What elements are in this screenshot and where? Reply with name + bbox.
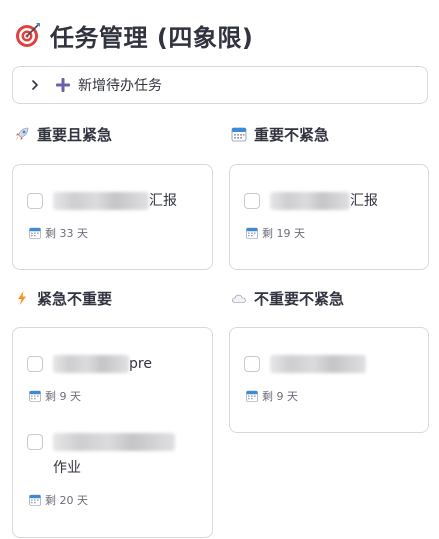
lightning-icon	[14, 290, 30, 306]
days-left-meta: 剩 20 天	[29, 492, 202, 508]
days-left-meta: 剩 33 天	[29, 225, 202, 241]
days-left-text: 剩 33 天	[45, 227, 88, 240]
redacted-text	[53, 433, 175, 451]
target-dart-icon	[16, 23, 40, 47]
quadrant-label: 重要且紧急	[37, 125, 113, 144]
quadrant-card-urgent-important: 汇报 剩 33 天	[12, 164, 213, 270]
cloud-icon	[231, 290, 247, 306]
calendar-icon	[29, 390, 41, 402]
days-left-text: 剩 9 天	[262, 390, 298, 403]
task-item: 作业 剩 20 天	[27, 432, 202, 508]
task-item: 剩 9 天	[244, 354, 418, 404]
quadrant-card-urgent-not-important: pre 剩 9 天 作业 剩 20 天	[12, 327, 213, 538]
task-text: 作业	[53, 432, 175, 478]
task-text	[270, 354, 366, 374]
add-task-expander[interactable]: 新增待办任务	[12, 66, 428, 104]
quadrant-label: 紧急不重要	[37, 289, 113, 308]
redacted-text	[53, 192, 149, 210]
days-left-meta: 剩 9 天	[246, 388, 418, 404]
quadrant-label: 重要不紧急	[254, 125, 330, 144]
calendar-icon	[246, 227, 258, 239]
task-checkbox[interactable]	[244, 193, 260, 209]
calendar-icon	[231, 126, 247, 142]
quadrant-card-not-urgent-not-important: 剩 9 天	[229, 327, 429, 433]
redacted-text	[270, 192, 350, 210]
days-left-meta: 剩 19 天	[246, 225, 418, 241]
quadrant-label: 不重要不紧急	[254, 289, 345, 308]
task-checkbox[interactable]	[27, 434, 43, 450]
quadrant-header-urgent-not-important: 紧急不重要	[14, 287, 112, 309]
task-checkbox[interactable]	[27, 193, 43, 209]
quadrant-header-urgent-important: 重要且紧急	[14, 123, 112, 145]
chevron-right-icon	[32, 80, 38, 90]
task-checkbox[interactable]	[27, 356, 43, 372]
rocket-icon	[14, 126, 30, 142]
task-text: 汇报	[270, 191, 378, 211]
task-text: 汇报	[53, 191, 177, 211]
quadrant-card-important-not-urgent: 汇报 剩 19 天	[229, 164, 429, 270]
calendar-icon	[246, 390, 258, 402]
task-item: pre 剩 9 天	[27, 354, 202, 404]
task-item: 汇报 剩 33 天	[27, 191, 202, 241]
redacted-text	[270, 355, 366, 373]
days-left-text: 剩 19 天	[262, 227, 305, 240]
days-left-meta: 剩 9 天	[29, 388, 202, 404]
calendar-icon	[29, 494, 41, 506]
calendar-icon	[29, 227, 41, 239]
redacted-text	[53, 355, 129, 373]
task-item: 汇报 剩 19 天	[244, 191, 418, 241]
task-text: pre	[53, 354, 152, 374]
days-left-text: 剩 9 天	[45, 390, 81, 403]
quadrant-header-not-urgent-not-important: 不重要不紧急	[231, 287, 344, 309]
add-task-label: 新增待办任务	[78, 78, 162, 94]
task-checkbox[interactable]	[244, 356, 260, 372]
page-title: 任务管理 (四象限)	[50, 23, 254, 52]
days-left-text: 剩 20 天	[45, 494, 88, 507]
page-header: 任务管理 (四象限)	[14, 18, 253, 52]
quadrant-header-important-not-urgent: 重要不紧急	[231, 123, 329, 145]
plus-icon	[56, 78, 70, 92]
